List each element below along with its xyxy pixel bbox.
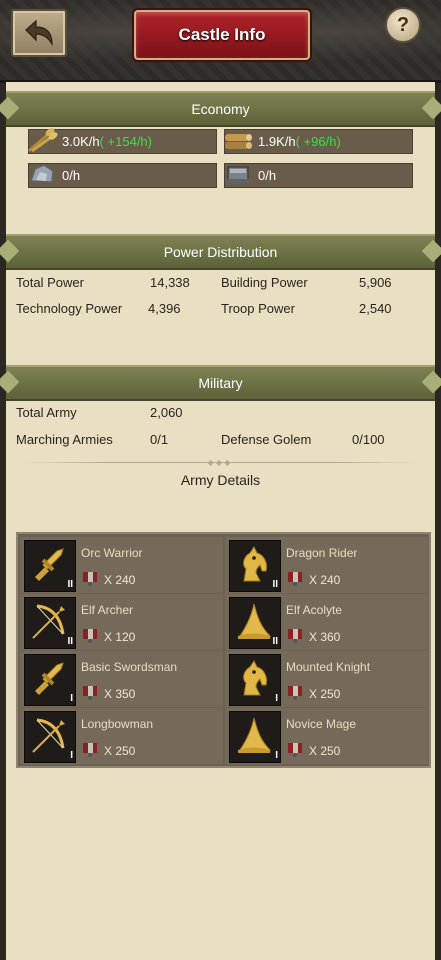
unit-tier-badge: I [275,750,278,761]
troop-banner-icon [286,740,304,758]
iron-icon [221,158,255,190]
unit-count: X 350 [104,687,136,701]
total-power-value: 14,338 [150,275,190,290]
unit-name: Elf Archer [81,603,134,617]
troop-banner-icon [81,569,99,587]
military-header: Military [6,365,435,401]
troop-banner-icon [81,626,99,644]
troop-banner-icon [81,740,99,758]
unit-count: X 250 [104,744,136,758]
lumber-icon [221,124,255,156]
technology-power-label: Technology Power [16,301,123,316]
unit-name: Basic Swordsman [81,660,178,674]
food-rate-bonus: ( +154/h) [99,134,152,149]
bow-icon: I [24,711,76,763]
top-bar: Castle Info ? [0,0,441,83]
stone-rate-value: 0/h [62,168,81,183]
unit-tier-badge: II [272,636,278,647]
resource-stone: 0/h [28,163,217,188]
lumber-rate-bonus: ( +96/h) [295,134,341,149]
help-button[interactable]: ? [385,7,421,43]
iron-rate-value: 0/h [258,168,277,183]
page-title: Castle Info [134,10,310,60]
troop-banner-icon [286,626,304,644]
defense-golem-label: Defense Golem [221,432,312,447]
marching-armies-label: Marching Armies [16,432,113,447]
army-details-grid: II Orc Warrior X 240 II Dragon Rider X 240 II E… [16,532,431,768]
back-button[interactable] [11,9,67,57]
economy-title: Economy [191,101,250,117]
troop-banner-icon [81,683,99,701]
unit-card[interactable]: II Orc Warrior X 240 [20,537,223,593]
knight-horse-icon: II [229,540,281,592]
unit-tier-badge: I [70,750,73,761]
question-mark-icon: ? [396,13,410,36]
building-power-value: 5,906 [359,275,392,290]
unit-count: X 240 [104,573,136,587]
sword-icon: II [24,540,76,592]
troop-banner-icon [286,683,304,701]
lumber-rate-value: 1.9K/h [258,134,296,149]
bow-icon: II [24,597,76,649]
unit-name: Novice Mage [286,717,357,731]
unit-card[interactable]: II Dragon Rider X 240 [225,537,428,593]
power-header: Power Distribution [6,234,435,270]
total-army-label: Total Army [16,405,77,420]
wheat-icon [25,124,59,156]
divider-ornament: ◆ ◆ ◆ [207,458,231,467]
back-arrow-icon [25,19,53,47]
troop-power-value: 2,540 [359,301,392,316]
unit-card[interactable]: I Basic Swordsman X 350 [20,651,223,707]
unit-count: X 250 [309,744,341,758]
resource-iron: 0/h [224,163,413,188]
unit-card[interactable]: II Elf Acolyte X 360 [225,594,428,650]
troop-banner-icon [286,569,304,587]
unit-count: X 250 [309,687,341,701]
unit-name: Orc Warrior [81,546,143,560]
unit-tier-badge: II [67,579,73,590]
unit-tier-badge: II [67,636,73,647]
unit-card[interactable]: I Longbowman X 250 [20,708,223,764]
marching-armies-value: 0/1 [150,432,169,447]
total-power-label: Total Power [16,275,84,290]
economy-header: Economy [6,91,435,127]
technology-power-value: 4,396 [148,301,181,316]
defense-golem-value: 0/100 [352,432,385,447]
stone-icon [25,158,59,190]
unit-count: X 120 [104,630,136,644]
power-title: Power Distribution [163,244,278,260]
resource-lumber: 1.9K/h( +96/h) [224,129,413,154]
unit-tier-badge: I [275,693,278,704]
total-army-value: 2,060 [150,405,183,420]
mage-hat-icon: I [229,711,281,763]
military-title: Military [198,375,243,391]
unit-name: Dragon Rider [286,546,358,560]
unit-name: Longbowman [81,717,154,731]
resource-food: 3.0K/h( +154/h) [28,128,217,154]
food-rate-value: 3.0K/h [62,134,100,149]
unit-name: Mounted Knight [286,660,371,674]
unit-tier-badge: II [272,579,278,590]
army-details-label: Army Details [180,472,261,488]
knight-horse-icon: I [229,654,281,706]
castle-info-panel: Economy 3.0K/h( +154/h) 1.9K/h( +96/h) 0… [6,82,435,960]
unit-card[interactable]: I Novice Mage X 250 [225,708,428,764]
unit-card[interactable]: II Elf Archer X 120 [20,594,223,650]
unit-tier-badge: I [70,693,73,704]
mage-hat-icon: II [229,597,281,649]
unit-card[interactable]: I Mounted Knight X 250 [225,651,428,707]
sword-icon: I [24,654,76,706]
troop-power-label: Troop Power [221,301,295,316]
unit-name: Elf Acolyte [286,603,343,617]
unit-count: X 240 [309,573,341,587]
unit-count: X 360 [309,630,341,644]
building-power-label: Building Power [221,275,308,290]
